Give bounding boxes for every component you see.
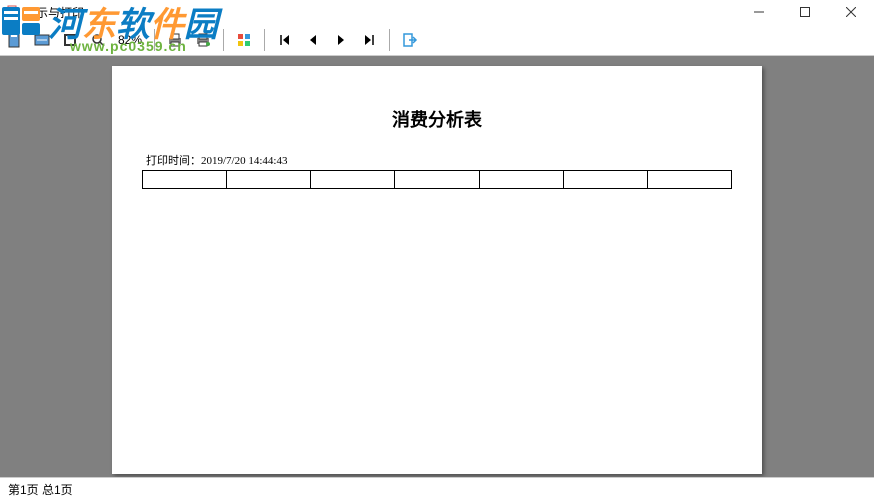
separator xyxy=(223,29,224,51)
app-icon xyxy=(4,4,20,20)
table-cell xyxy=(227,171,311,189)
exit-button[interactable] xyxy=(398,28,422,52)
print-time: 打印时间：2019/7/20 14:44:43 xyxy=(146,152,732,168)
separator xyxy=(389,29,390,51)
table-row xyxy=(143,171,732,189)
table-cell xyxy=(479,171,563,189)
table-cell xyxy=(143,171,227,189)
table-cell xyxy=(647,171,731,189)
data-table xyxy=(142,170,732,189)
status-bar: 第1页 总1页 xyxy=(0,477,874,501)
prev-page-button[interactable] xyxy=(301,28,325,52)
preview-area[interactable]: 消费分析表 打印时间：2019/7/20 14:44:43 xyxy=(0,56,874,477)
window-title: 显示与打印 xyxy=(24,4,84,21)
first-page-button[interactable] xyxy=(273,28,297,52)
table-cell xyxy=(395,171,479,189)
last-page-button[interactable] xyxy=(357,28,381,52)
next-page-button[interactable] xyxy=(329,28,353,52)
page-info: 第1页 总1页 xyxy=(8,481,73,498)
separator xyxy=(264,29,265,51)
page-preview: 消费分析表 打印时间：2019/7/20 14:44:43 xyxy=(112,66,762,474)
window-controls xyxy=(736,0,874,24)
separator xyxy=(154,29,155,51)
print-current-button[interactable] xyxy=(191,28,215,52)
toolbar: 82% xyxy=(0,24,874,56)
zoom-dropdown-button[interactable] xyxy=(86,28,110,52)
export-button[interactable] xyxy=(232,28,256,52)
print-button[interactable] xyxy=(163,28,187,52)
table-cell xyxy=(563,171,647,189)
zoom-value: 82% xyxy=(114,33,146,47)
fit-page-button[interactable] xyxy=(2,28,26,52)
document-title: 消费分析表 xyxy=(142,106,732,132)
actual-size-button[interactable] xyxy=(58,28,82,52)
maximize-button[interactable] xyxy=(782,0,828,24)
table-cell xyxy=(311,171,395,189)
close-button[interactable] xyxy=(828,0,874,24)
fit-width-button[interactable] xyxy=(30,28,54,52)
minimize-button[interactable] xyxy=(736,0,782,24)
